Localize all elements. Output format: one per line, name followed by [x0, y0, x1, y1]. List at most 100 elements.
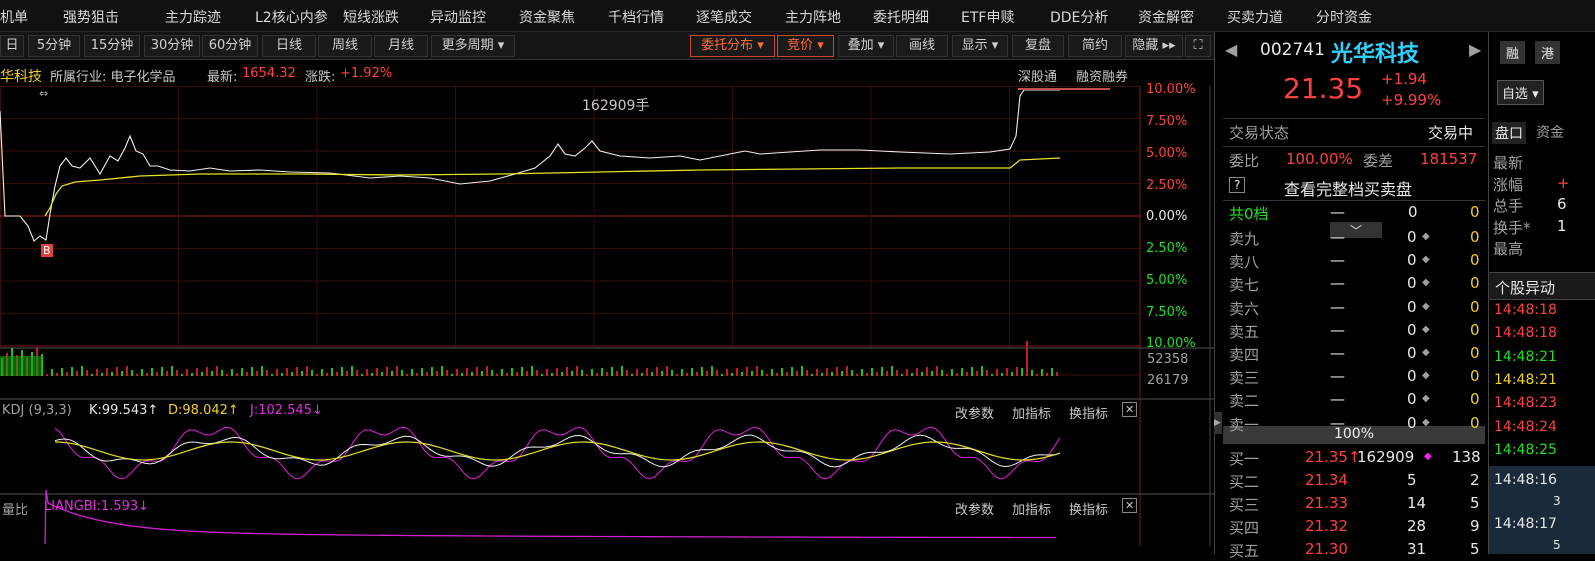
quote-field-label: 涨幅	[1493, 175, 1524, 194]
tab-zijin[interactable]: 资金	[1536, 122, 1564, 142]
watchlist-dropdown[interactable]: 自选 ▾	[1497, 80, 1544, 105]
stock-info-bar: 华科技 所属行业: 电子化学品 最新: 1654.32 涨跌: +1.92% 深…	[0, 62, 1214, 86]
bid-price: 21.32	[1305, 517, 1348, 535]
ask-dot-icon: ◆	[1422, 416, 1430, 428]
draw-line-button[interactable]: 画线	[896, 35, 948, 57]
period-60min-button[interactable]: 60分钟	[202, 35, 258, 57]
nav-tab-13[interactable]: 资金解密	[1138, 7, 1194, 27]
hk-badge-button[interactable]: 港	[1535, 41, 1561, 64]
average-price-line	[44, 157, 1061, 217]
nav-tab-14[interactable]: 买卖力道	[1227, 7, 1283, 27]
help-icon[interactable]: ?	[1229, 177, 1246, 193]
display-dropdown[interactable]: 显示 ▾	[952, 35, 1008, 57]
ask-dot-icon: ◆	[1422, 231, 1430, 242]
alert-time[interactable]: 14:48:21	[1494, 372, 1557, 388]
replay-button[interactable]: 复盘	[1012, 35, 1064, 57]
nav-tab-12[interactable]: DDE分析	[1050, 7, 1108, 27]
nav-tab-1[interactable]: 强势狙击	[63, 7, 119, 27]
ask-level-label: 卖二	[1229, 392, 1260, 411]
liangbi-title: 量比	[2, 503, 29, 518]
nav-tab-7[interactable]: 千档行情	[608, 7, 664, 27]
period-monthly-line-button[interactable]: 月线	[374, 35, 428, 57]
ask-volume: 0	[1407, 274, 1417, 293]
bid-level-label: 买三	[1229, 496, 1260, 514]
price-change-pct: +9.99%	[1381, 91, 1442, 109]
kdj-k-value: K:99.543↑	[89, 403, 159, 418]
volume-bar	[0, 356, 42, 376]
alert-time[interactable]: 14:48:23	[1494, 395, 1557, 411]
alert-time[interactable]: 14:48:18	[1494, 302, 1557, 318]
alert-time[interactable]: 14:48:24	[1494, 419, 1557, 435]
bid-count: 2	[1470, 471, 1480, 489]
period-15min-button[interactable]: 15分钟	[84, 35, 140, 57]
nav-tab-10[interactable]: 委托明细	[873, 7, 929, 27]
sgt-link[interactable]: 深股通	[1018, 66, 1057, 85]
nav-tab-9[interactable]: 主力阵地	[785, 7, 841, 27]
kdj-change-params-button[interactable]: 改参数	[955, 403, 994, 422]
ask-count: 0	[1470, 390, 1480, 409]
tab-pankou[interactable]: 盘口	[1492, 122, 1526, 144]
order-distribution-dropdown[interactable]: 委托分布 ▾	[690, 35, 775, 57]
bid-count: 5	[1470, 494, 1480, 512]
bid-volume: 28	[1407, 517, 1427, 535]
quote-field-label: 最高	[1493, 240, 1524, 258]
nav-tab-0[interactable]: 机单	[0, 7, 28, 27]
auction-dropdown[interactable]: 竞价 ▾	[777, 35, 834, 57]
alert-time[interactable]: 14:48:21	[1494, 349, 1557, 365]
bid-count: 138	[1452, 448, 1481, 466]
divider	[1223, 443, 1485, 444]
period-5min-button[interactable]: 5分钟	[28, 35, 80, 57]
period-weekly-line-button[interactable]: 周线	[318, 35, 372, 57]
liangbi-add-indicator-button[interactable]: 加指标	[1012, 499, 1051, 518]
kdj-close-icon[interactable]: ✕	[1122, 402, 1138, 417]
divider	[1223, 118, 1485, 119]
latest-value: 1654.32	[242, 66, 296, 81]
alert-time[interactable]: 14:48:16	[1494, 472, 1557, 488]
nav-tab-15[interactable]: 分时资金	[1316, 7, 1372, 27]
ask-row: 卖九 — 0 ◆ 0	[1227, 226, 1485, 249]
hide-button[interactable]: 隐藏 ▸▸	[1125, 35, 1183, 57]
overlay-dropdown[interactable]: 叠加 ▾	[838, 35, 894, 57]
divider	[1223, 200, 1485, 201]
simple-mode-button[interactable]: 简约	[1068, 35, 1122, 57]
drag-handle-icon[interactable]: ⇔	[39, 87, 48, 100]
full-orderbook-link[interactable]: 查看完整档买卖盘	[1284, 176, 1412, 200]
period-day-button[interactable]: 日	[0, 35, 24, 57]
nav-tab-2[interactable]: 主力踪迹	[165, 7, 221, 27]
ask-volume: 0	[1407, 413, 1417, 432]
next-stock-icon[interactable]: ▶	[1469, 40, 1481, 59]
liangbi-change-params-button[interactable]: 改参数	[955, 499, 994, 518]
quote-field-value: +	[1557, 173, 1570, 192]
price-line	[0, 89, 1060, 242]
ask-level-label: 卖四	[1229, 346, 1260, 364]
liangbi-switch-indicator-button[interactable]: 换指标	[1069, 499, 1108, 518]
period-daily-line-button[interactable]: 日线	[262, 35, 316, 57]
ask-price: —	[1330, 413, 1345, 432]
ask-volume: 0	[1407, 367, 1417, 386]
nav-tab-6[interactable]: 资金聚焦	[519, 7, 575, 27]
ask-price: —	[1330, 228, 1345, 246]
nav-tab-11[interactable]: ETF申赎	[961, 7, 1014, 27]
panel-collapse-icon[interactable]: ▶	[1214, 412, 1222, 434]
alert-time[interactable]: 14:48:17	[1494, 516, 1557, 532]
more-periods-dropdown[interactable]: 更多周期 ▾	[431, 35, 515, 57]
change-value: +1.92%	[340, 66, 393, 81]
margin-trading-link[interactable]: 融资融券	[1076, 66, 1128, 85]
nav-tab-4[interactable]: 短线涨跌	[343, 7, 399, 27]
margin-badge-button[interactable]: 融	[1500, 41, 1526, 64]
nav-tab-8[interactable]: 逐笔成交	[696, 7, 752, 27]
quote-field-value: 6	[1557, 195, 1567, 213]
alert-time[interactable]: 14:48:18	[1494, 325, 1557, 341]
prev-stock-icon[interactable]: ◀	[1225, 40, 1237, 59]
nav-tab-3[interactable]: L2核心内参	[255, 7, 328, 27]
total-volume: 0	[1408, 203, 1418, 221]
liangbi-close-icon[interactable]: ✕	[1122, 498, 1138, 513]
pct-label: 7.50%	[1146, 305, 1188, 320]
nav-tab-5[interactable]: 异动监控	[430, 7, 486, 27]
period-30min-button[interactable]: 30分钟	[144, 35, 200, 57]
kdj-add-indicator-button[interactable]: 加指标	[1012, 403, 1051, 422]
ask-level-label: 卖一	[1229, 415, 1260, 434]
alert-time[interactable]: 14:48:25	[1494, 442, 1557, 458]
fullscreen-icon[interactable]: ⛶	[1185, 35, 1211, 57]
kdj-switch-indicator-button[interactable]: 换指标	[1069, 403, 1108, 422]
